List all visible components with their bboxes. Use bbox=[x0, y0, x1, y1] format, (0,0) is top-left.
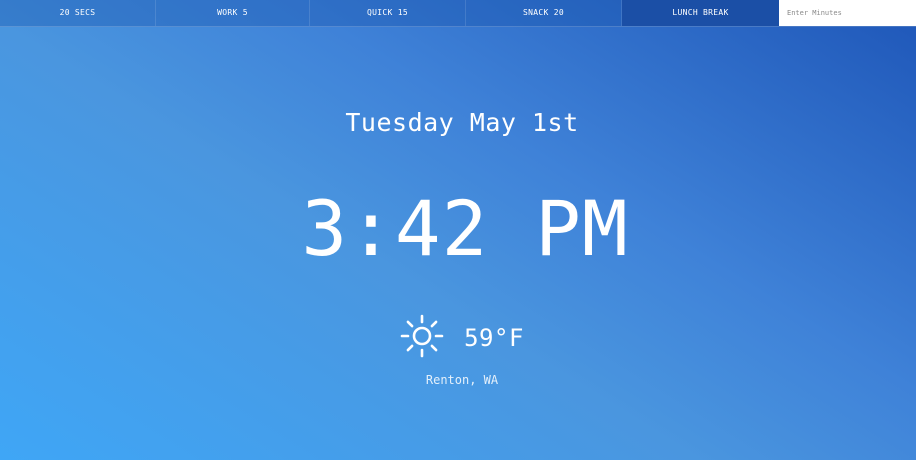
date-display: Tuesday May 1st bbox=[345, 108, 579, 137]
tab-snack-20[interactable]: SNACK 20 bbox=[466, 0, 622, 26]
break-timer-app: 20 SECS WORK 5 QUICK 15 SNACK 20 LUNCH B… bbox=[0, 0, 916, 460]
tab-20-secs[interactable]: 20 SECS bbox=[0, 0, 156, 26]
time-display: 3:42 PM bbox=[301, 184, 629, 273]
location-label: Renton, WA bbox=[425, 373, 499, 387]
timer-presets-bar: 20 SECS WORK 5 QUICK 15 SNACK 20 LUNCH B… bbox=[0, 0, 916, 27]
sun-icon bbox=[400, 314, 444, 362]
minutes-input[interactable] bbox=[779, 0, 916, 26]
weather-panel: 59°F bbox=[0, 314, 916, 362]
temperature-label: 59°F bbox=[464, 324, 524, 352]
tab-lunch-break[interactable]: LUNCH BREAK bbox=[622, 0, 779, 26]
tab-work-5[interactable]: WORK 5 bbox=[156, 0, 310, 26]
tab-quick-15[interactable]: QUICK 15 bbox=[310, 0, 466, 26]
